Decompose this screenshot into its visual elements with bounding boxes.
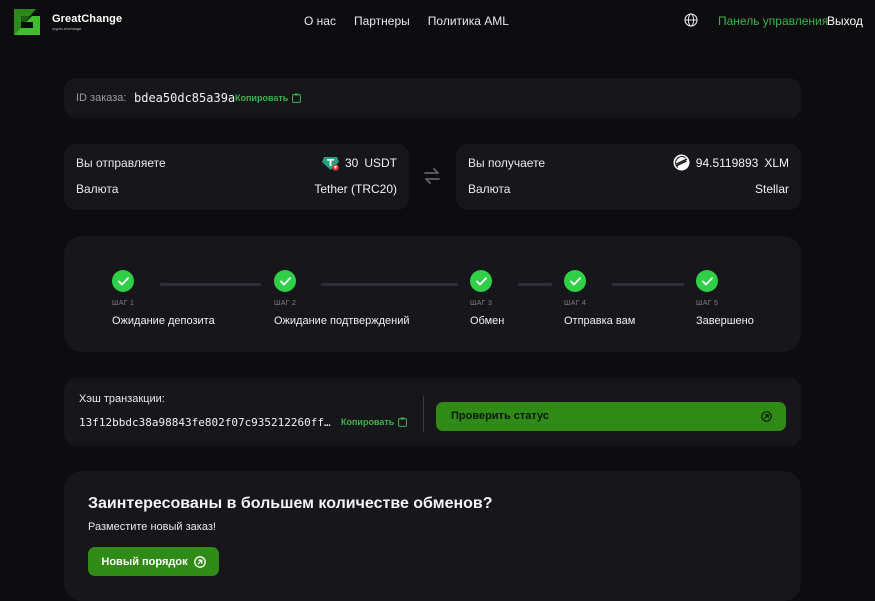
dashboard-link[interactable]: Панель управления (718, 14, 828, 28)
check-icon (696, 270, 718, 292)
nav-item-partners[interactable]: Партнеры (354, 14, 410, 28)
copy-label: Копировать (235, 93, 289, 103)
step-3: ШАГ 3 Обмен (470, 270, 504, 327)
step-number: ШАГ 4 (564, 300, 587, 307)
check-icon (564, 270, 586, 292)
receive-network-label: Валюта (468, 182, 511, 196)
brand-logo[interactable]: GreatChange crypto exchange (10, 5, 122, 39)
vertical-divider (423, 396, 424, 432)
order-id-label: ID заказа: (76, 92, 127, 104)
receive-currency: XLM (764, 155, 789, 170)
send-label: Вы отправляете (76, 156, 166, 170)
send-network-label: Валюта (76, 182, 119, 196)
step-2: ШАГ 2 Ожидание подтверждений (274, 270, 410, 327)
greatchange-logo-icon (14, 9, 40, 35)
step-1: ШАГ 1 Ожидание депозита (112, 270, 215, 327)
logout-link[interactable]: Выход (827, 14, 863, 28)
check-icon (274, 270, 296, 292)
progress-steps-card: ШАГ 1 Ожидание депозита ШАГ 2 Ожидание п… (64, 236, 801, 352)
check-icon (112, 270, 134, 292)
receive-card: Вы получаете 94.5119893 XLM Валюта Stell… (456, 144, 801, 210)
clipboard-icon (292, 93, 302, 103)
check-status-label: Проверить статус (451, 410, 550, 422)
check-icon (470, 270, 492, 292)
receive-amount: 94.5119893 XLM (673, 154, 789, 171)
step-number: ШАГ 1 (112, 300, 135, 307)
transaction-hash-card: Хэш транзакции: 13f12bbdc38a98843fe802f0… (64, 378, 801, 446)
brand-tagline: crypto exchange (52, 26, 82, 31)
arrow-circle-icon (193, 555, 206, 568)
promo-card: Заинтересованы в большем количестве обме… (64, 471, 801, 601)
copy-order-id-button[interactable]: Копировать (235, 93, 302, 103)
top-header: GreatChange crypto exchange О нас Партне… (0, 0, 875, 42)
order-id-value: bdea50dc85a39a (134, 91, 236, 105)
send-amount-value: 30 (344, 155, 359, 170)
step-number: ШАГ 2 (274, 300, 297, 307)
send-card: Вы отправляете 30 USDT Валюта Tether (TR… (64, 144, 409, 210)
receive-amount-value: 94.5119893 (695, 155, 759, 170)
clipboard-icon (398, 417, 408, 427)
step-title: Ожидание депозита (112, 315, 215, 327)
tx-hash-value: 13f12bbdc38a98843fe802f07c935212260ff… (79, 416, 331, 429)
order-id-card: ID заказа: bdea50dc85a39a Копировать (64, 78, 801, 118)
step-title: Обмен (470, 315, 505, 327)
main-nav: О нас Партнеры Политика AML (304, 14, 509, 28)
nav-item-aml-policy[interactable]: Политика AML (428, 14, 509, 28)
send-currency: USDT (364, 155, 397, 170)
step-4: ШАГ 4 Отправка вам (564, 270, 635, 327)
step-number: ШАГ 5 (696, 300, 719, 307)
step-connector (518, 283, 552, 286)
new-order-label: Новый порядок (101, 555, 188, 568)
receive-network-value: Stellar (754, 182, 789, 196)
receive-label: Вы получаете (468, 156, 546, 170)
step-title: Отправка вам (564, 315, 636, 327)
nav-item-about[interactable]: О нас (304, 14, 336, 28)
brand-name: GreatChange (52, 13, 123, 25)
copy-label: Копировать (341, 417, 395, 427)
tx-hash-label: Хэш транзакции: (79, 393, 165, 405)
promo-subtitle: Разместите новый заказ! (88, 521, 216, 533)
send-amount: 30 USDT (321, 154, 397, 171)
step-title: Завершено (696, 315, 754, 327)
check-status-button[interactable]: Проверить статус (436, 402, 786, 431)
step-number: ШАГ 3 (470, 300, 493, 307)
copy-tx-hash-button[interactable]: Копировать (341, 417, 408, 427)
promo-title: Заинтересованы в большем количестве обме… (88, 495, 493, 512)
step-title: Ожидание подтверждений (274, 315, 410, 327)
swap-arrows-icon (424, 168, 440, 184)
globe-icon[interactable] (684, 13, 698, 27)
send-network-value: Tether (TRC20) (314, 182, 397, 196)
tether-trc20-icon (321, 157, 339, 171)
new-order-button[interactable]: Новый порядок (88, 547, 219, 576)
step-5: ШАГ 5 Завершено (696, 270, 754, 327)
arrow-circle-icon (761, 411, 772, 422)
stellar-icon (673, 154, 690, 171)
